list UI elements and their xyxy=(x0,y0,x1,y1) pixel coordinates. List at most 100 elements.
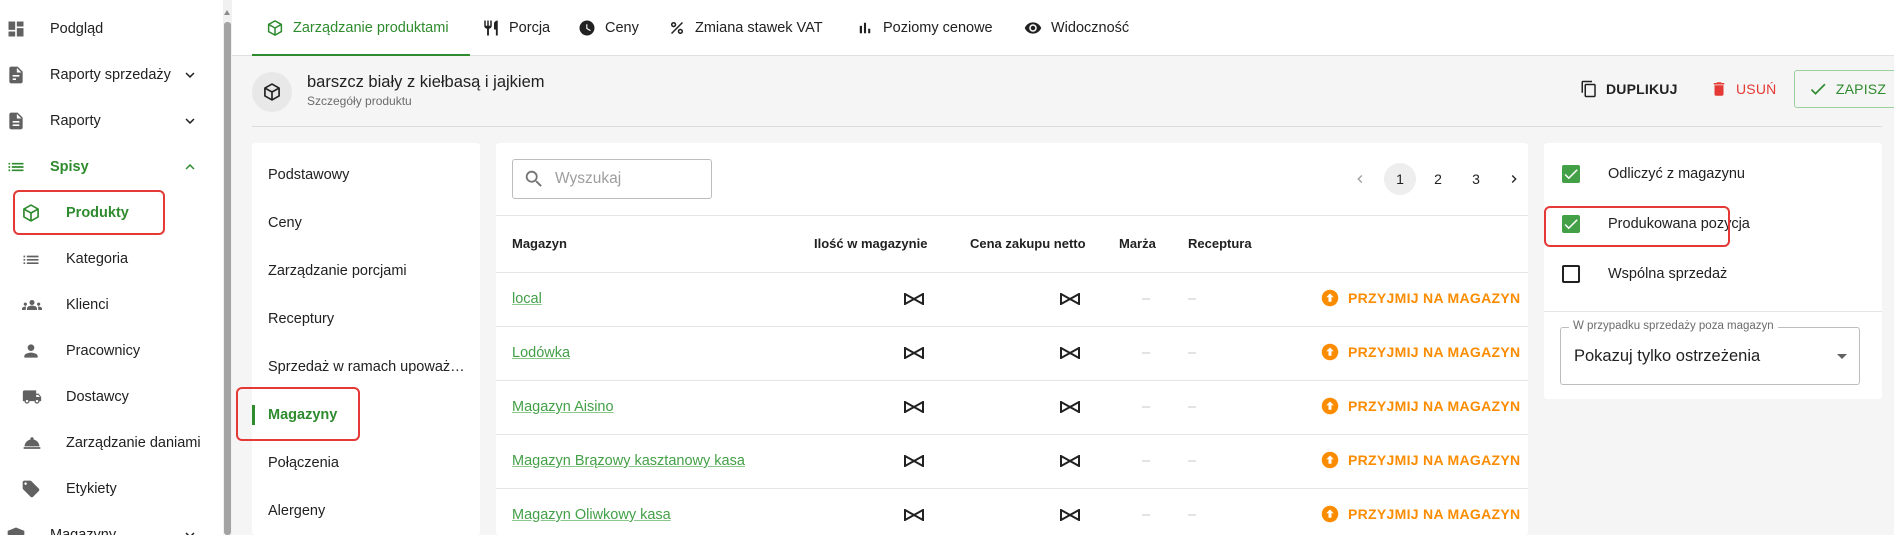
receive-to-warehouse-button[interactable]: PRZYJMIJ NA MAGAZYN xyxy=(1321,505,1520,523)
header-divider xyxy=(252,126,1882,127)
main-content: Zarządzanie produktami Porcja Ceny Zmian… xyxy=(232,0,1894,535)
receive-to-warehouse-button[interactable]: PRZYJMIJ NA MAGAZYN xyxy=(1321,451,1520,469)
oversale-select[interactable]: W przypadku sprzedaży poza magazyn Pokaz… xyxy=(1560,320,1860,385)
sidebar-item-spisy[interactable]: Spisy xyxy=(0,147,215,187)
sidebar-item-label: Etykiety xyxy=(66,481,117,497)
chevron-down-icon[interactable] xyxy=(181,66,199,84)
warehouse-link[interactable]: Magazyn Aisino xyxy=(512,399,614,415)
sidebar-item-raporty[interactable]: Raporty xyxy=(0,101,215,141)
chevron-up-icon[interactable] xyxy=(181,158,199,176)
infinity-icon xyxy=(1060,347,1080,359)
margin-value: – xyxy=(1142,507,1151,523)
page-button-1[interactable]: 1 xyxy=(1384,163,1416,195)
select-label: W przypadku sprzedaży poza magazyn xyxy=(1569,320,1778,332)
tab-porcja[interactable]: Porcja xyxy=(482,0,550,56)
section-receptury[interactable]: Receptury xyxy=(252,299,480,339)
tab-widocznosc[interactable]: Widoczność xyxy=(1024,0,1129,56)
tab-zmiana-stawek-vat[interactable]: Zmiana stawek VAT xyxy=(668,0,823,56)
tab-poziomy-cenowe[interactable]: Poziomy cenowe xyxy=(856,0,993,56)
delete-button[interactable]: USUŃ xyxy=(1710,70,1776,108)
warehouse-link[interactable]: local xyxy=(512,291,542,307)
warehouse-link[interactable]: Magazyn Brązowy kasztanowy kasa xyxy=(512,453,745,469)
sidebar-item-zarzadzanie-daniami[interactable]: Zarządzanie daniami xyxy=(0,423,215,463)
search-input[interactable] xyxy=(555,170,705,188)
duplicate-button[interactable]: DUPLIKUJ xyxy=(1580,70,1678,108)
table-header: Magazyn Ilość w magazynie Cena zakupu ne… xyxy=(496,215,1528,273)
page-button-3[interactable]: 3 xyxy=(1460,163,1492,195)
scroll-up-icon[interactable] xyxy=(224,10,230,15)
sidebar-item-etykiety[interactable]: Etykiety xyxy=(0,469,215,509)
search-field[interactable] xyxy=(512,159,712,199)
section-alergeny[interactable]: Alergeny xyxy=(252,491,480,531)
person-icon xyxy=(21,341,41,361)
infinity-icon xyxy=(904,455,924,467)
column-header-marza[interactable]: Marża xyxy=(1119,236,1156,251)
column-header-cena[interactable]: Cena zakupu netto xyxy=(970,236,1086,251)
prev-page-button[interactable] xyxy=(1344,163,1376,195)
duplicate-label: DUPLIKUJ xyxy=(1606,81,1678,97)
option-wspolna-sprzedaz[interactable]: Wspólna sprzedaż xyxy=(1544,249,1882,299)
column-header-magazyn[interactable]: Magazyn xyxy=(512,236,567,251)
warehouse-link[interactable]: Lodówka xyxy=(512,345,570,361)
receive-label: PRZYJMIJ NA MAGAZYN xyxy=(1348,290,1521,306)
infinity-icon xyxy=(1060,509,1080,521)
section-polaczenia[interactable]: Połączenia xyxy=(252,443,480,483)
sidebar-item-pracownicy[interactable]: Pracownicy xyxy=(0,331,215,371)
tab-zarzadzanie-produktami[interactable]: Zarządzanie produktami xyxy=(266,0,449,56)
top-tabs: Zarządzanie produktami Porcja Ceny Zmian… xyxy=(232,0,1894,56)
save-button[interactable]: ZAPISZ xyxy=(1794,70,1894,108)
column-header-ilosc[interactable]: Ilość w magazynie xyxy=(814,236,927,251)
receive-to-warehouse-button[interactable]: PRZYJMIJ NA MAGAZYN xyxy=(1321,343,1520,361)
options-divider xyxy=(1544,311,1882,312)
receive-label: PRZYJMIJ NA MAGAZYN xyxy=(1348,452,1521,468)
checkbox-checked[interactable] xyxy=(1562,165,1580,183)
page-button-2[interactable]: 2 xyxy=(1422,163,1454,195)
highlight-box xyxy=(13,190,165,235)
dropdown-arrow-icon[interactable] xyxy=(1837,354,1847,359)
sidebar-item-klienci[interactable]: Klienci xyxy=(0,285,215,325)
sidebar-item-label: Raporty xyxy=(50,113,101,129)
chevron-down-icon[interactable] xyxy=(181,526,199,535)
column-header-receptura[interactable]: Receptura xyxy=(1188,236,1252,251)
warehouse-link[interactable]: Magazyn Oliwkowy kasa xyxy=(512,507,671,523)
arrow-up-circle-icon xyxy=(1321,505,1348,523)
sidebar-scrollbar[interactable] xyxy=(223,0,232,535)
receive-to-warehouse-button[interactable]: PRZYJMIJ NA MAGAZYN xyxy=(1321,397,1520,415)
receive-label: PRZYJMIJ NA MAGAZYN xyxy=(1348,398,1521,414)
checkbox-unchecked[interactable] xyxy=(1562,265,1580,283)
sidebar-item-kategoria[interactable]: Kategoria xyxy=(0,239,215,279)
option-odliczyc-z-magazynu[interactable]: Odliczyć z magazynu xyxy=(1544,149,1882,199)
section-podstawowy[interactable]: Podstawowy xyxy=(252,155,480,195)
scrollbar-thumb[interactable] xyxy=(224,22,231,535)
sidebar-item-dostawcy[interactable]: Dostawcy xyxy=(0,377,215,417)
product-subtitle: Szczegóły produktu xyxy=(307,94,412,108)
tab-ceny[interactable]: Ceny xyxy=(578,0,639,56)
tab-label: Zarządzanie produktami xyxy=(293,20,449,36)
section-ceny[interactable]: Ceny xyxy=(252,203,480,243)
receive-to-warehouse-button[interactable]: PRZYJMIJ NA MAGAZYN xyxy=(1321,289,1520,307)
cutlery-icon xyxy=(482,19,500,37)
section-zarzadzanie-porcjami[interactable]: Zarządzanie porcjami xyxy=(252,251,480,291)
option-label: Odliczyć z magazynu xyxy=(1608,166,1745,182)
section-sprzedaz-w-ramach-upowaznien[interactable]: Sprzedaż w ramach upoważ… xyxy=(252,347,480,387)
sidebar-item-label: Pracownicy xyxy=(66,343,141,359)
infinity-icon xyxy=(904,347,924,359)
options-panel: Odliczyć z magazynu Produkowana pozycja … xyxy=(1544,143,1882,399)
arrow-up-circle-icon xyxy=(1321,397,1348,415)
sidebar-item-podglad[interactable]: Podgląd xyxy=(0,9,215,49)
percent-icon xyxy=(668,19,686,37)
report-icon xyxy=(6,111,26,131)
infinity-icon xyxy=(1060,401,1080,413)
chevron-down-icon[interactable] xyxy=(181,112,199,130)
sidebar-item-label: Spisy xyxy=(50,159,89,175)
sidebar-item-label: Magazyny xyxy=(50,527,117,535)
margin-value: – xyxy=(1142,291,1151,307)
sidebar-item-raporty-sprzedazy[interactable]: Raporty sprzedaży xyxy=(0,55,215,95)
arrow-up-circle-icon xyxy=(1321,343,1348,361)
sidebar-item-magazyny[interactable]: Magazyny xyxy=(0,515,215,535)
sidebar: Podgląd Raporty sprzedaży Raporty Spisy xyxy=(0,0,222,535)
tab-label: Porcja xyxy=(509,20,551,36)
next-page-button[interactable] xyxy=(1498,163,1528,195)
infinity-icon xyxy=(904,401,924,413)
infinity-icon xyxy=(1060,455,1080,467)
